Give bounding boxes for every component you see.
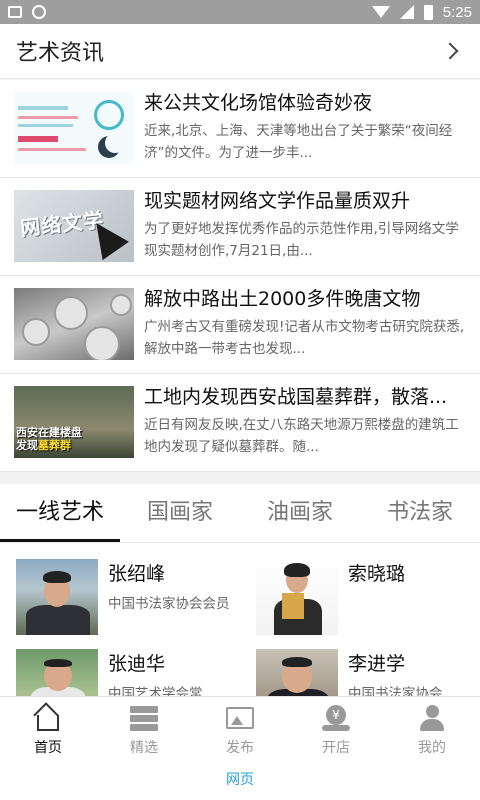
artist-role: 中国艺术学会常	[108, 686, 203, 696]
user-icon	[418, 705, 446, 731]
news-title: 解放中路出土2000多件晚唐文物	[144, 288, 421, 310]
news-title: 工地内发现西安战国墓葬群，散落...	[144, 386, 448, 408]
nav-publish[interactable]: 发布	[192, 697, 288, 763]
nav-open-shop[interactable]: ¥ 开店	[288, 697, 384, 763]
tab-guohua-painters[interactable]: 国画家	[120, 484, 240, 542]
battery-icon	[423, 4, 433, 20]
artist-card[interactable]: 索晓璐	[256, 559, 480, 649]
home-icon	[34, 705, 62, 731]
tab-calligraphers[interactable]: 书法家	[360, 484, 480, 542]
section-title: 艺术资讯	[16, 41, 105, 66]
chevron-right-icon[interactable]	[441, 42, 459, 60]
nav-label: 首页	[34, 740, 62, 756]
artist-role: 中国书法家协会	[348, 686, 443, 696]
stack-icon	[130, 705, 158, 731]
status-bar: 5:25	[0, 0, 480, 24]
artist-category-tabs: 一线艺术 国画家 油画家 书法家	[0, 484, 480, 542]
art-news-header[interactable]: 艺术资讯	[0, 24, 480, 79]
news-description: 广州考古又有重磅发现!记者从市文物考古研究院获悉,解放中路一带考古也发现...	[144, 319, 465, 357]
news-item[interactable]: 网络文学 现实题材网络文学作品量质双升 为了更好地发挥优秀作品的示范性作用,引导…	[0, 178, 480, 276]
gallery-notification-icon	[8, 6, 22, 18]
artist-photo	[256, 649, 338, 696]
artist-name: 索晓璐	[348, 563, 406, 585]
news-thumbnail	[14, 92, 134, 164]
news-item[interactable]: 解放中路出土2000多件晚唐文物 广州考古又有重磅发现!记者从市文物考古研究院获…	[0, 276, 480, 374]
webpage-link[interactable]: 网页	[0, 769, 480, 789]
artist-card[interactable]: 李进学 中国书法家协会	[256, 649, 480, 696]
cell-signal-icon	[399, 5, 414, 19]
artist-photo	[16, 649, 98, 696]
wifi-icon	[371, 6, 390, 18]
nav-label: 我的	[418, 740, 446, 756]
tab-frontline-art[interactable]: 一线艺术	[0, 484, 120, 542]
bottom-navigation: 首页 精选 发布 ¥ 开店 我的 网页	[0, 696, 480, 800]
nav-label: 精选	[130, 740, 158, 756]
nav-label: 发布	[226, 740, 254, 756]
nav-home[interactable]: 首页	[0, 697, 96, 763]
news-description: 近日有网友反映,在丈八东路天地源万熙楼盘的建筑工地内发现了疑似墓葬群。随...	[144, 417, 459, 455]
nav-mine[interactable]: 我的	[384, 697, 480, 763]
clock: 5:25	[442, 3, 472, 21]
image-icon	[226, 705, 254, 731]
news-thumbnail	[14, 288, 134, 360]
artist-grid: 张绍峰 中国书法家协会会员 索晓璐 张迪华 中国艺术学会常 李进学 中国书法家协…	[0, 542, 480, 696]
nav-label: 开店	[322, 740, 350, 756]
artist-card[interactable]: 张迪华 中国艺术学会常	[16, 649, 246, 696]
shop-icon: ¥	[322, 705, 350, 731]
news-thumbnail: 西安在建楼盘 发现墓葬群	[14, 386, 134, 458]
news-thumbnail: 网络文学	[14, 190, 134, 262]
thumbnail-caption-highlight: 墓葬群	[38, 439, 71, 452]
news-description: 近来,北京、上海、天津等地出台了关于繁荣“夜间经济”的文件。为了进一步丰...	[144, 123, 453, 161]
artist-name: 李进学	[348, 653, 406, 675]
tab-oil-painters[interactable]: 油画家	[240, 484, 360, 542]
artist-name: 张迪华	[108, 653, 166, 675]
nav-featured[interactable]: 精选	[96, 697, 192, 763]
news-title: 现实题材网络文学作品量质双升	[144, 190, 411, 212]
artist-photo	[16, 559, 98, 635]
news-title: 来公共文化场馆体验奇妙夜	[144, 92, 373, 114]
artist-card[interactable]: 张绍峰 中国书法家协会会员	[16, 559, 246, 649]
news-list: 来公共文化场馆体验奇妙夜 近来,北京、上海、天津等地出台了关于繁荣“夜间经济”的…	[0, 80, 480, 472]
artist-photo	[256, 559, 338, 635]
artist-name: 张绍峰	[108, 563, 166, 585]
news-item[interactable]: 来公共文化场馆体验奇妙夜 近来,北京、上海、天津等地出台了关于繁荣“夜间经济”的…	[0, 80, 480, 178]
app-notification-icon	[32, 5, 46, 19]
thumbnail-caption-line1: 西安在建楼盘	[16, 426, 82, 439]
news-description: 为了更好地发挥优秀作品的示范性作用,引导网络文学现实题材创作,7月21日,由..…	[144, 221, 459, 259]
artist-role: 中国书法家协会会员	[108, 596, 230, 612]
thumbnail-caption-line2a: 发现	[16, 439, 38, 452]
news-item[interactable]: 西安在建楼盘 发现墓葬群 工地内发现西安战国墓葬群，散落... 近日有网友反映,…	[0, 374, 480, 472]
